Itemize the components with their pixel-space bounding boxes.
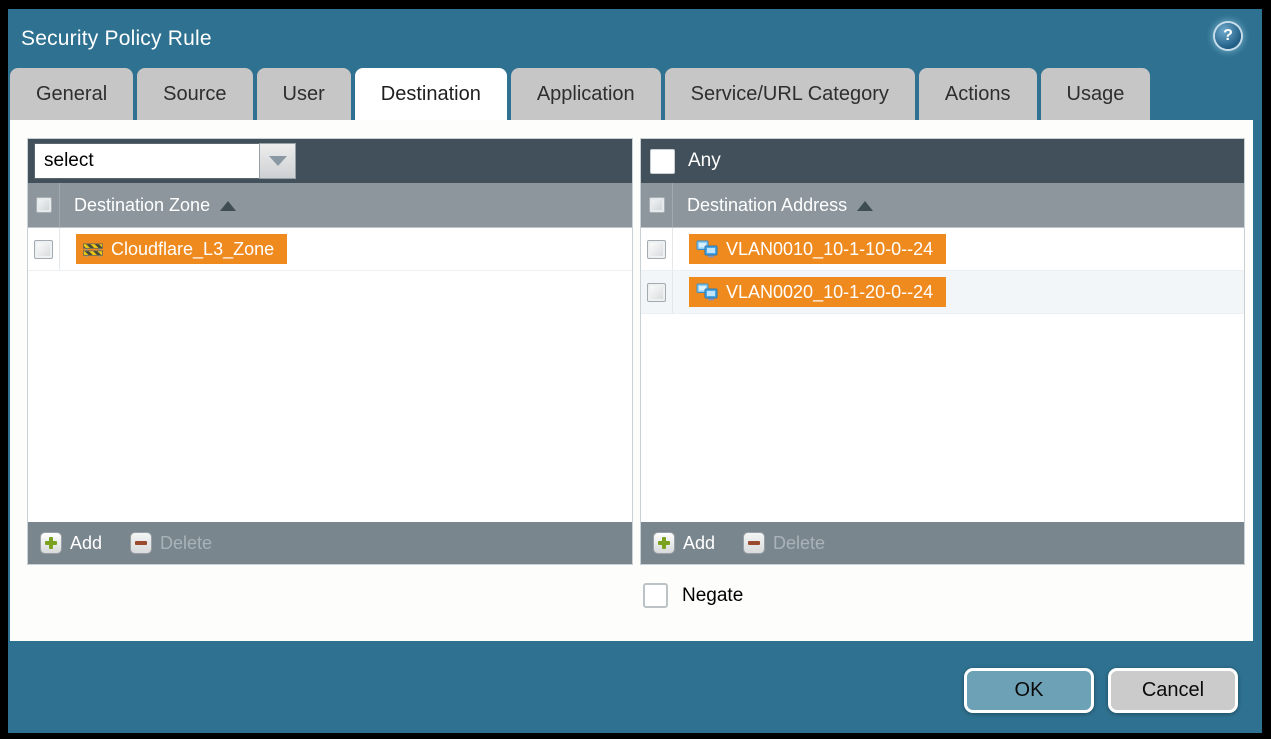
zone-icon [83, 241, 103, 258]
zone-grid-body: Cloudflare_L3_Zone [28, 228, 632, 522]
minus-icon [130, 532, 152, 554]
zone-delete-label: Delete [160, 533, 212, 554]
address-select-all-cell [641, 183, 673, 227]
zone-column-header[interactable]: Destination Zone [28, 183, 632, 228]
zone-select-dropdown-button[interactable] [259, 143, 296, 179]
destination-tab-content: select Destination Zone [10, 120, 1253, 641]
sort-ascending-icon[interactable] [857, 201, 873, 211]
address-row-checkbox-cell [641, 271, 673, 313]
zone-toolbar: select [28, 139, 632, 183]
address-row-checkbox[interactable] [647, 240, 666, 259]
any-label: Any [688, 150, 721, 172]
address-delete-button[interactable]: Delete [743, 532, 825, 554]
zone-add-label: Add [70, 533, 102, 554]
zone-row-checkbox[interactable] [34, 240, 53, 259]
security-policy-rule-dialog: Security Policy Rule ? General Source Us… [8, 9, 1262, 733]
negate-row: Negate [643, 583, 743, 608]
address-add-label: Add [683, 533, 715, 554]
address-select-all-checkbox[interactable] [649, 197, 665, 213]
address-column-header[interactable]: Destination Address [641, 183, 1244, 228]
address-grid-body: VLAN0010_10-1-10-0--24 [641, 228, 1244, 522]
zone-chip[interactable]: Cloudflare_L3_Zone [76, 234, 287, 264]
tab-destination[interactable]: Destination [355, 68, 507, 120]
address-row-label: VLAN0010_10-1-10-0--24 [726, 239, 933, 260]
address-row[interactable]: VLAN0010_10-1-10-0--24 [641, 228, 1244, 271]
address-toolbar: Any [641, 139, 1244, 183]
cancel-button[interactable]: Cancel [1108, 668, 1238, 713]
destination-address-panel: Any Destination Address [640, 138, 1245, 565]
help-icon[interactable]: ? [1215, 23, 1241, 49]
negate-label: Negate [682, 585, 743, 607]
address-row-label: VLAN0020_10-1-20-0--24 [726, 282, 933, 303]
zone-select-all-cell [28, 183, 60, 227]
zone-select-value[interactable]: select [34, 143, 259, 179]
address-add-button[interactable]: Add [653, 532, 715, 554]
destination-zone-panel: select Destination Zone [27, 138, 633, 565]
plus-icon [40, 532, 62, 554]
tab-usage[interactable]: Usage [1041, 68, 1151, 120]
zone-column-label: Destination Zone [74, 195, 210, 216]
zone-select-all-checkbox[interactable] [36, 197, 52, 213]
address-panel-footer: Add Delete [641, 522, 1244, 564]
tab-strip: General Source User Destination Applicat… [8, 68, 1262, 120]
ok-button[interactable]: OK [964, 668, 1094, 713]
negate-checkbox[interactable] [643, 583, 668, 608]
tab-service-url-category[interactable]: Service/URL Category [665, 68, 915, 120]
tab-user[interactable]: User [257, 68, 351, 120]
zone-row-label: Cloudflare_L3_Zone [111, 239, 274, 260]
address-icon [696, 283, 718, 301]
address-chip[interactable]: VLAN0020_10-1-20-0--24 [689, 277, 946, 307]
minus-icon [743, 532, 765, 554]
address-row-checkbox-cell [641, 228, 673, 270]
address-row-checkbox[interactable] [647, 283, 666, 302]
tab-actions[interactable]: Actions [919, 68, 1037, 120]
zone-add-button[interactable]: Add [40, 532, 102, 554]
dialog-buttons: OK Cancel [964, 668, 1238, 713]
zone-panel-footer: Add Delete [28, 522, 632, 564]
zone-select-combo[interactable]: select [34, 143, 296, 179]
tab-general[interactable]: General [10, 68, 133, 120]
tab-source[interactable]: Source [137, 68, 252, 120]
sort-ascending-icon[interactable] [220, 201, 236, 211]
address-chip[interactable]: VLAN0010_10-1-10-0--24 [689, 234, 946, 264]
tab-application[interactable]: Application [511, 68, 661, 120]
plus-icon [653, 532, 675, 554]
any-checkbox[interactable] [650, 149, 675, 174]
address-delete-label: Delete [773, 533, 825, 554]
address-icon [696, 240, 718, 258]
zone-row-checkbox-cell [28, 228, 60, 270]
dialog-title: Security Policy Rule [21, 27, 212, 51]
zone-row[interactable]: Cloudflare_L3_Zone [28, 228, 632, 271]
dialog-titlebar: Security Policy Rule ? [8, 9, 1262, 68]
address-row[interactable]: VLAN0020_10-1-20-0--24 [641, 271, 1244, 314]
address-column-label: Destination Address [687, 195, 847, 216]
chevron-down-icon [269, 156, 287, 166]
zone-delete-button[interactable]: Delete [130, 532, 212, 554]
